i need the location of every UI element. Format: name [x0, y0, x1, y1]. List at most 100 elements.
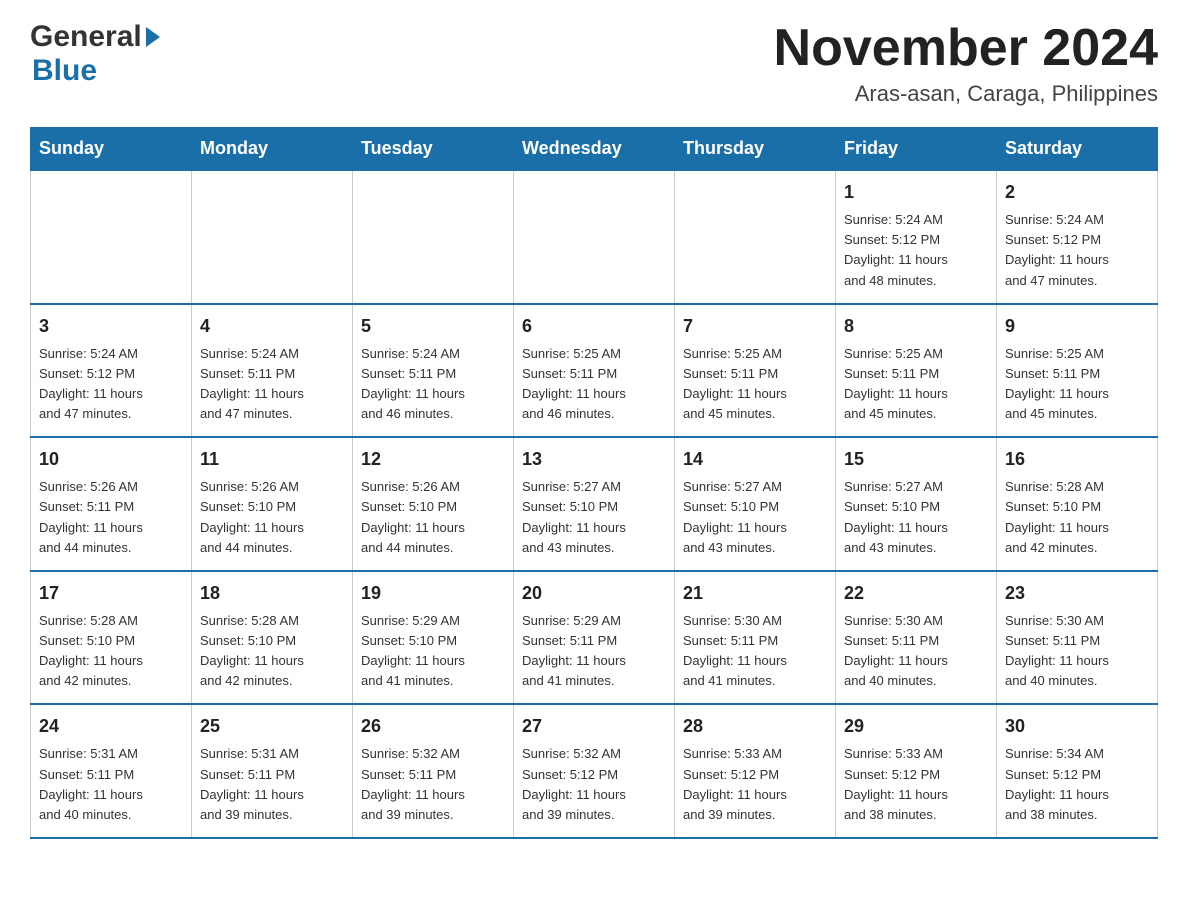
calendar-cell: 26 Sunrise: 5:32 AM Sunset: 5:11 PM Dayli… [353, 704, 514, 838]
week-row-1: 1 Sunrise: 5:24 AM Sunset: 5:12 PM Daylig… [31, 170, 1158, 304]
day-number: 5 [361, 313, 505, 340]
day-number: 3 [39, 313, 183, 340]
weekday-header-sunday: Sunday [31, 128, 192, 171]
day-number: 9 [1005, 313, 1149, 340]
week-row-5: 24 Sunrise: 5:31 AM Sunset: 5:11 PM Dayli… [31, 704, 1158, 838]
day-number: 6 [522, 313, 666, 340]
day-info: Sunrise: 5:24 AM Sunset: 5:12 PM Dayligh… [1005, 210, 1149, 291]
day-info: Sunrise: 5:28 AM Sunset: 5:10 PM Dayligh… [1005, 477, 1149, 558]
calendar-cell: 13 Sunrise: 5:27 AM Sunset: 5:10 PM Dayli… [514, 437, 675, 571]
day-number: 24 [39, 713, 183, 740]
day-number: 8 [844, 313, 988, 340]
calendar-cell: 7Sunrise: 5:25 AM Sunset: 5:11 PM Daylig… [675, 304, 836, 438]
day-info: Sunrise: 5:24 AM Sunset: 5:12 PM Dayligh… [39, 344, 183, 425]
day-info: Sunrise: 5:25 AM Sunset: 5:11 PM Dayligh… [1005, 344, 1149, 425]
calendar-cell: 1 Sunrise: 5:24 AM Sunset: 5:12 PM Daylig… [836, 170, 997, 304]
day-info: Sunrise: 5:25 AM Sunset: 5:11 PM Dayligh… [522, 344, 666, 425]
calendar-cell: 6 Sunrise: 5:25 AM Sunset: 5:11 PM Daylig… [514, 304, 675, 438]
week-row-4: 17 Sunrise: 5:28 AM Sunset: 5:10 PM Dayli… [31, 571, 1158, 705]
day-number: 21 [683, 580, 827, 607]
day-number: 30 [1005, 713, 1149, 740]
day-info: Sunrise: 5:29 AM Sunset: 5:11 PM Dayligh… [522, 611, 666, 692]
day-info: Sunrise: 5:31 AM Sunset: 5:11 PM Dayligh… [39, 744, 183, 825]
day-number: 1 [844, 179, 988, 206]
day-info: Sunrise: 5:30 AM Sunset: 5:11 PM Dayligh… [683, 611, 827, 692]
month-year-title: November 2024 [774, 20, 1158, 77]
calendar-cell: 15 Sunrise: 5:27 AM Sunset: 5:10 PM Dayli… [836, 437, 997, 571]
day-number: 10 [39, 446, 183, 473]
day-info: Sunrise: 5:32 AM Sunset: 5:11 PM Dayligh… [361, 744, 505, 825]
day-info: Sunrise: 5:26 AM Sunset: 5:11 PM Dayligh… [39, 477, 183, 558]
day-number: 20 [522, 580, 666, 607]
day-number: 15 [844, 446, 988, 473]
calendar-cell: 25Sunrise: 5:31 AM Sunset: 5:11 PM Dayli… [192, 704, 353, 838]
day-info: Sunrise: 5:27 AM Sunset: 5:10 PM Dayligh… [844, 477, 988, 558]
day-number: 4 [200, 313, 344, 340]
calendar-cell [192, 170, 353, 304]
day-number: 29 [844, 713, 988, 740]
calendar-cell: 5 Sunrise: 5:24 AM Sunset: 5:11 PM Daylig… [353, 304, 514, 438]
day-info: Sunrise: 5:30 AM Sunset: 5:11 PM Dayligh… [844, 611, 988, 692]
day-number: 13 [522, 446, 666, 473]
calendar-cell [353, 170, 514, 304]
day-info: Sunrise: 5:29 AM Sunset: 5:10 PM Dayligh… [361, 611, 505, 692]
calendar-cell: 11Sunrise: 5:26 AM Sunset: 5:10 PM Dayli… [192, 437, 353, 571]
day-number: 14 [683, 446, 827, 473]
day-number: 12 [361, 446, 505, 473]
day-info: Sunrise: 5:24 AM Sunset: 5:12 PM Dayligh… [844, 210, 988, 291]
day-info: Sunrise: 5:26 AM Sunset: 5:10 PM Dayligh… [200, 477, 344, 558]
week-row-3: 10 Sunrise: 5:26 AM Sunset: 5:11 PM Dayli… [31, 437, 1158, 571]
week-row-2: 3 Sunrise: 5:24 AM Sunset: 5:12 PM Daylig… [31, 304, 1158, 438]
title-area: November 2024 Aras-asan, Caraga, Philipp… [774, 20, 1158, 107]
day-info: Sunrise: 5:27 AM Sunset: 5:10 PM Dayligh… [683, 477, 827, 558]
calendar-cell [514, 170, 675, 304]
location-subtitle: Aras-asan, Caraga, Philippines [774, 81, 1158, 107]
day-number: 25 [200, 713, 344, 740]
calendar-cell: 12Sunrise: 5:26 AM Sunset: 5:10 PM Dayli… [353, 437, 514, 571]
logo-arrow-icon [146, 27, 160, 47]
calendar-cell: 10 Sunrise: 5:26 AM Sunset: 5:11 PM Dayli… [31, 437, 192, 571]
calendar-cell: 9 Sunrise: 5:25 AM Sunset: 5:11 PM Daylig… [997, 304, 1158, 438]
calendar-cell: 17 Sunrise: 5:28 AM Sunset: 5:10 PM Dayli… [31, 571, 192, 705]
day-info: Sunrise: 5:28 AM Sunset: 5:10 PM Dayligh… [39, 611, 183, 692]
day-info: Sunrise: 5:25 AM Sunset: 5:11 PM Dayligh… [844, 344, 988, 425]
day-info: Sunrise: 5:34 AM Sunset: 5:12 PM Dayligh… [1005, 744, 1149, 825]
day-info: Sunrise: 5:28 AM Sunset: 5:10 PM Dayligh… [200, 611, 344, 692]
day-info: Sunrise: 5:32 AM Sunset: 5:12 PM Dayligh… [522, 744, 666, 825]
day-info: Sunrise: 5:25 AM Sunset: 5:11 PM Dayligh… [683, 344, 827, 425]
day-number: 19 [361, 580, 505, 607]
day-number: 18 [200, 580, 344, 607]
logo: General Blue [30, 20, 162, 88]
day-number: 22 [844, 580, 988, 607]
day-info: Sunrise: 5:27 AM Sunset: 5:10 PM Dayligh… [522, 477, 666, 558]
calendar-cell: 27 Sunrise: 5:32 AM Sunset: 5:12 PM Dayli… [514, 704, 675, 838]
day-number: 17 [39, 580, 183, 607]
weekday-header-saturday: Saturday [997, 128, 1158, 171]
day-info: Sunrise: 5:30 AM Sunset: 5:11 PM Dayligh… [1005, 611, 1149, 692]
calendar-cell: 4Sunrise: 5:24 AM Sunset: 5:11 PM Daylig… [192, 304, 353, 438]
weekday-header-wednesday: Wednesday [514, 128, 675, 171]
calendar-cell: 14 Sunrise: 5:27 AM Sunset: 5:10 PM Dayli… [675, 437, 836, 571]
day-info: Sunrise: 5:33 AM Sunset: 5:12 PM Dayligh… [844, 744, 988, 825]
calendar-cell: 24 Sunrise: 5:31 AM Sunset: 5:11 PM Dayli… [31, 704, 192, 838]
calendar-cell: 22 Sunrise: 5:30 AM Sunset: 5:11 PM Dayli… [836, 571, 997, 705]
day-number: 23 [1005, 580, 1149, 607]
calendar-cell: 19 Sunrise: 5:29 AM Sunset: 5:10 PM Dayli… [353, 571, 514, 705]
calendar-cell: 2Sunrise: 5:24 AM Sunset: 5:12 PM Daylig… [997, 170, 1158, 304]
calendar-cell: 28 Sunrise: 5:33 AM Sunset: 5:12 PM Dayli… [675, 704, 836, 838]
day-info: Sunrise: 5:24 AM Sunset: 5:11 PM Dayligh… [361, 344, 505, 425]
page-header: General Blue November 2024 Aras-asan, Ca… [30, 20, 1158, 107]
logo-blue-text: Blue [30, 54, 97, 88]
day-number: 28 [683, 713, 827, 740]
calendar-cell [675, 170, 836, 304]
calendar-cell: 20 Sunrise: 5:29 AM Sunset: 5:11 PM Dayli… [514, 571, 675, 705]
weekday-header-row: SundayMondayTuesdayWednesdayThursdayFrid… [31, 128, 1158, 171]
weekday-header-friday: Friday [836, 128, 997, 171]
day-info: Sunrise: 5:33 AM Sunset: 5:12 PM Dayligh… [683, 744, 827, 825]
day-number: 27 [522, 713, 666, 740]
weekday-header-thursday: Thursday [675, 128, 836, 171]
calendar-cell: 30 Sunrise: 5:34 AM Sunset: 5:12 PM Dayli… [997, 704, 1158, 838]
day-number: 16 [1005, 446, 1149, 473]
day-number: 26 [361, 713, 505, 740]
calendar-table: SundayMondayTuesdayWednesdayThursdayFrid… [30, 127, 1158, 839]
